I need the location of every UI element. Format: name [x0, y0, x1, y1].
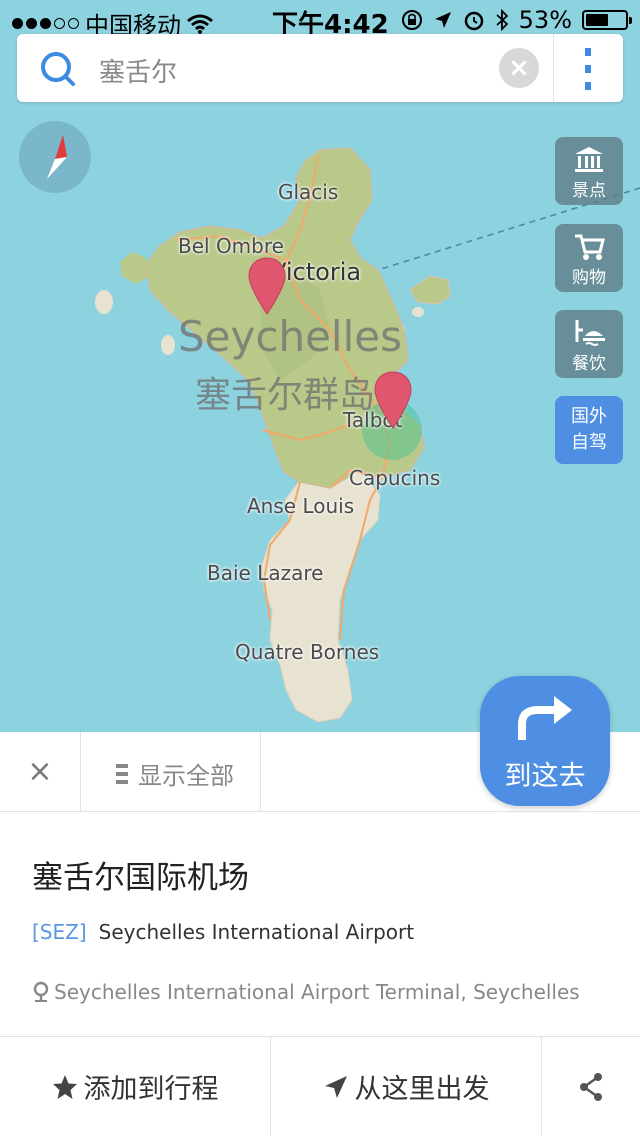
category-self-drive-line1: 国外	[571, 406, 607, 427]
battery-percent: 53%	[518, 6, 572, 34]
close-button[interactable]: ×	[0, 732, 80, 812]
category-self-drive-button[interactable]: 国外 自驾	[555, 396, 623, 464]
orientation-lock-icon	[401, 10, 422, 30]
more-vertical-icon[interactable]	[580, 48, 596, 90]
category-dining-button[interactable]: 餐饮	[555, 310, 623, 378]
map-view[interactable]: Glacis Bel Ombre Victoria Seychelles 塞舌尔…	[0, 0, 640, 732]
star-icon	[52, 1074, 77, 1099]
islet	[95, 290, 113, 314]
navigation-arrow-icon	[324, 1075, 347, 1098]
place-code-row: [SEZ] Seychelles International Airport	[32, 920, 414, 944]
search-input[interactable]: 塞舌尔	[99, 52, 177, 89]
depart-from-here-button[interactable]: 从这里出发	[271, 1037, 541, 1136]
action-bar: 添加到行程 从这里出发	[0, 1037, 640, 1136]
islet	[161, 335, 175, 355]
category-self-drive-line2: 自驾	[571, 432, 607, 453]
navigate-here-button[interactable]: 到这去	[480, 676, 610, 806]
list-icon	[116, 763, 128, 784]
clear-search-button[interactable]: ×	[499, 48, 539, 88]
islet-green	[120, 252, 150, 284]
alarm-icon	[464, 11, 483, 31]
app-root: Glacis Bel Ombre Victoria Seychelles 塞舌尔…	[0, 0, 640, 1136]
show-all-button[interactable]: 显示全部	[116, 756, 234, 791]
compass-button[interactable]	[19, 121, 91, 193]
bluetooth-icon	[496, 9, 508, 31]
search-icon[interactable]	[39, 50, 77, 88]
search-bar[interactable]: 塞舌尔 ×	[17, 34, 623, 102]
wifi-icon	[187, 14, 213, 34]
place-title: 塞舌尔国际机场	[32, 860, 249, 896]
map-label-quatre-bornes: Quatre Bornes	[235, 640, 380, 664]
search-divider	[553, 34, 554, 102]
show-all-label: 显示全部	[138, 762, 234, 790]
map-label-capucins: Capucins	[349, 466, 441, 490]
location-pin-icon	[33, 981, 49, 1002]
map-label-glacis: Glacis	[278, 180, 339, 204]
dining-icon	[575, 320, 605, 346]
map-pin-icon[interactable]	[373, 370, 413, 430]
signal-strength-icon	[12, 18, 79, 29]
category-scenic-button[interactable]: 景点	[555, 137, 623, 205]
add-to-trip-button[interactable]: 添加到行程	[0, 1037, 270, 1136]
toolbar-divider	[80, 732, 81, 812]
category-shopping-label: 购物	[572, 268, 606, 288]
islet	[412, 307, 424, 317]
shopping-cart-icon	[575, 234, 605, 260]
category-dining-label: 餐饮	[572, 354, 606, 374]
islet-green	[409, 275, 451, 305]
place-address-row: Seychelles International Airport Termina…	[32, 980, 580, 1004]
compass-icon	[47, 135, 67, 179]
location-arrow-icon	[434, 12, 451, 28]
map-pin-icon[interactable]	[247, 256, 287, 316]
share-button[interactable]	[542, 1037, 640, 1136]
airport-code: [SEZ]	[32, 920, 87, 944]
place-english-name: Seychelles International Airport	[98, 920, 415, 944]
clear-icon: ×	[508, 53, 530, 83]
landmark-icon	[575, 147, 603, 172]
map-label-baie-lazare: Baie Lazare	[207, 561, 324, 585]
share-icon	[580, 1072, 602, 1101]
turn-right-arrow-icon	[518, 696, 572, 740]
map-label-anse-louis: Anse Louis	[247, 494, 355, 518]
map-label-seychelles-en: Seychelles	[178, 312, 402, 361]
category-scenic-label: 景点	[572, 181, 606, 201]
depart-from-here-label: 从这里出发	[354, 1074, 490, 1105]
map-label-bel-ombre: Bel Ombre	[178, 234, 284, 258]
navigate-here-label: 到这去	[504, 761, 586, 792]
add-to-trip-label: 添加到行程	[83, 1074, 219, 1105]
toolbar-divider	[260, 732, 261, 812]
category-shopping-button[interactable]: 购物	[555, 224, 623, 292]
battery-icon	[582, 10, 632, 30]
place-address: Seychelles International Airport Termina…	[54, 980, 580, 1004]
